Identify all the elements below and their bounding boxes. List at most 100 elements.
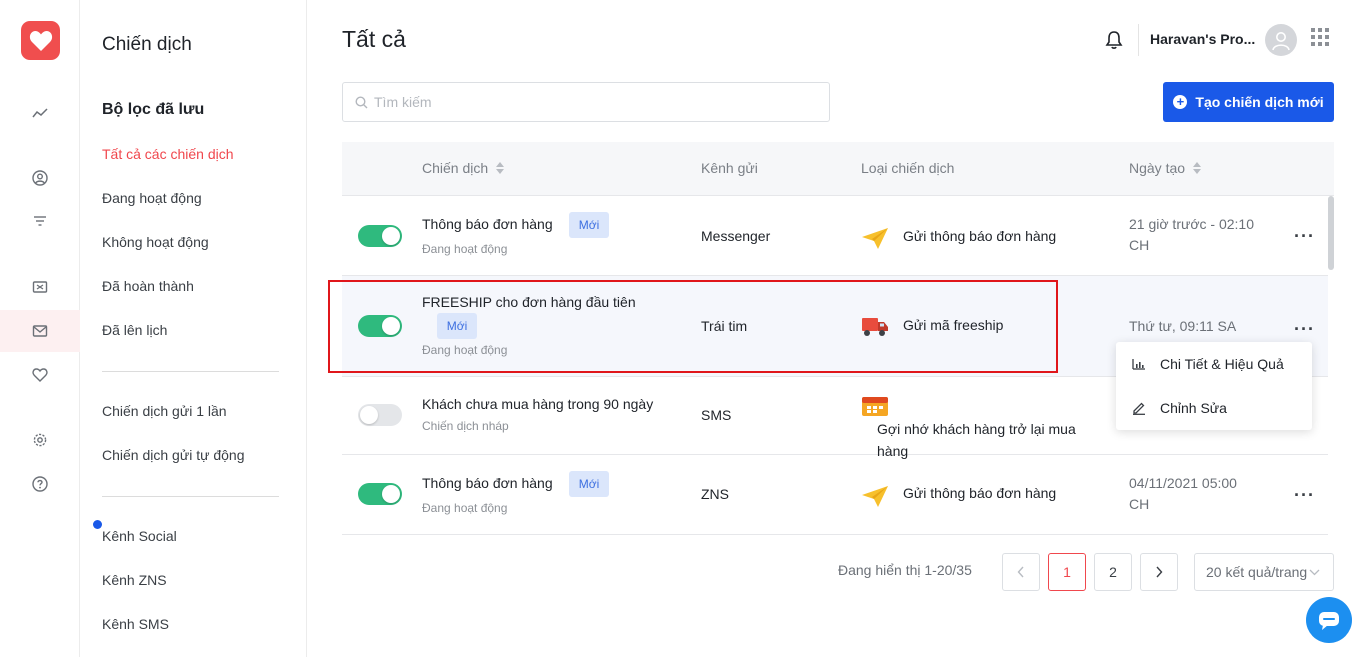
page-title: Tất cả [342, 26, 406, 52]
sidebar-item-sms[interactable]: Kênh SMS [102, 616, 169, 632]
rail-loyalty[interactable] [0, 354, 80, 396]
gear-icon [33, 433, 47, 447]
rail-filter[interactable] [0, 200, 80, 242]
sort-icon [1193, 162, 1202, 174]
sidebar-item-scheduled[interactable]: Đã lên lịch [102, 322, 167, 338]
campaign-toggle[interactable] [358, 404, 402, 426]
menu-item-details[interactable]: Chi Tiết & Hiệu Quả [1132, 356, 1284, 372]
campaign-toggle[interactable] [358, 225, 402, 247]
heart-outline-icon [32, 368, 48, 382]
campaign-name[interactable]: Khách chưa mua hàng trong 90 ngày [422, 396, 653, 412]
sidebar-item-active[interactable]: Đang hoạt động [102, 190, 202, 206]
user-avatar-icon [1272, 32, 1290, 51]
campaign-name[interactable]: Thông báo đơn hàng [422, 216, 553, 232]
sidebar-divider [102, 371, 279, 372]
rail-settings[interactable] [0, 419, 80, 461]
sidebar-item-completed[interactable]: Đã hoàn thành [102, 278, 194, 294]
campaign-sidebar: Chiến dịch Bộ lọc đã lưu Tất cả các chiế… [80, 0, 307, 657]
column-channel: Kênh gửi [701, 160, 758, 176]
page-button-1[interactable]: 1 [1048, 553, 1086, 591]
menu-item-label: Chi Tiết & Hiệu Quả [1160, 356, 1284, 372]
table-header: Chiến dịch Kênh gửi Loại chiến dịch Ngày… [342, 142, 1334, 196]
ticket-icon [32, 281, 48, 293]
sidebar-item-automated[interactable]: Chiến dịch gửi tự động [102, 447, 245, 463]
user-circle-icon [32, 170, 48, 186]
chevron-down-icon [1309, 569, 1320, 575]
campaign-type: Gửi thông báo đơn hàng [903, 485, 1057, 501]
rail-customers[interactable] [0, 157, 80, 199]
mail-icon [32, 325, 48, 337]
created-date: 21 giờ trước - 02:10 CH [1129, 216, 1255, 253]
chevron-right-icon [1156, 566, 1163, 578]
bar-chart-icon [1132, 359, 1145, 370]
create-campaign-button[interactable]: + Tạo chiến dịch mới [1163, 82, 1334, 122]
campaign-channel: ZNS [701, 486, 729, 502]
menu-item-label: Chỉnh Sửa [1160, 400, 1227, 416]
created-date: 04/11/2021 05:00 CH [1129, 475, 1237, 512]
new-badge: Mới [569, 212, 609, 238]
store-name[interactable]: Haravan's Pro... [1150, 31, 1255, 47]
menu-item-edit[interactable]: Chỉnh Sửa [1132, 400, 1227, 416]
campaign-type: Gửi thông báo đơn hàng [903, 228, 1057, 244]
sidebar-item-all[interactable]: Tất cả các chiến dịch [102, 146, 234, 162]
search-box[interactable] [342, 82, 830, 122]
more-actions-button[interactable]: ··· [1294, 485, 1315, 506]
campaign-status: Đang hoạt động [422, 501, 508, 515]
sidebar-divider [102, 496, 279, 497]
rail-analytics[interactable] [0, 92, 80, 134]
campaign-status: Chiến dịch nháp [422, 419, 509, 433]
table-scrollbar[interactable] [1328, 196, 1334, 270]
column-label: Kênh gửi [701, 160, 758, 176]
sidebar-item-inactive[interactable]: Không hoạt động [102, 234, 209, 250]
column-label: Ngày tạo [1129, 160, 1186, 176]
filter-icon [34, 216, 46, 226]
highlight-annotation [328, 280, 1058, 373]
chat-widget-button[interactable] [1306, 597, 1352, 643]
prev-page-button[interactable] [1002, 553, 1040, 591]
search-icon [355, 95, 368, 108]
page-button-2[interactable]: 2 [1094, 553, 1132, 591]
bell-icon [1105, 31, 1123, 49]
sidebar-title: Chiến dịch [102, 34, 192, 55]
chat-icon [1319, 612, 1339, 630]
sidebar-item-one-time[interactable]: Chiến dịch gửi 1 lần [102, 403, 227, 419]
edit-icon [1133, 402, 1145, 415]
help-icon [32, 476, 48, 492]
next-page-button[interactable] [1140, 553, 1178, 591]
app-logo[interactable] [21, 21, 60, 60]
notification-bell[interactable] [1105, 30, 1123, 55]
campaign-status: Đang hoạt động [422, 242, 508, 256]
new-badge: Mới [569, 471, 609, 497]
rail-campaigns[interactable] [0, 310, 80, 352]
sidebar-item-zns[interactable]: Kênh ZNS [102, 572, 167, 588]
icon-rail [0, 0, 80, 657]
saved-filters-title: Bộ lọc đã lưu [102, 101, 205, 118]
column-label: Chiến dịch [422, 160, 489, 176]
campaign-toggle[interactable] [358, 483, 402, 505]
campaign-channel: SMS [701, 407, 732, 423]
column-created[interactable]: Ngày tạo [1129, 160, 1202, 176]
table-row[interactable]: Thông báo đơn hàng Mới Đang hoạt động ZN… [342, 455, 1328, 535]
apps-grid-icon[interactable] [1311, 28, 1329, 46]
more-actions-button[interactable]: ··· [1294, 226, 1315, 247]
table-row[interactable]: Thông báo đơn hàng Mới Đang hoạt động Me… [342, 196, 1328, 276]
header-divider [1138, 24, 1139, 56]
paper-plane-icon [861, 226, 889, 255]
column-type: Loại chiến dịch [861, 160, 954, 176]
avatar[interactable] [1265, 24, 1297, 56]
plus-circle-icon: + [1173, 95, 1188, 109]
page-size-select[interactable]: 20 kết quả/trang [1194, 553, 1334, 591]
rail-voucher[interactable] [0, 266, 80, 308]
pagination-info: Đang hiển thị 1-20/35 [838, 562, 972, 578]
more-actions-button[interactable]: ··· [1294, 319, 1315, 340]
chevron-left-icon [1017, 566, 1024, 578]
search-input[interactable] [374, 94, 814, 110]
campaign-name[interactable]: Thông báo đơn hàng [422, 475, 553, 491]
rail-help[interactable] [0, 463, 80, 505]
sort-icon [496, 162, 505, 174]
created-date: Thứ tư, 09:11 SA [1129, 318, 1237, 334]
page-size-value: 20 kết quả/trang [1206, 564, 1308, 580]
trend-icon [32, 108, 48, 118]
column-campaign[interactable]: Chiến dịch [422, 160, 505, 176]
sidebar-item-social[interactable]: Kênh Social [102, 528, 177, 544]
